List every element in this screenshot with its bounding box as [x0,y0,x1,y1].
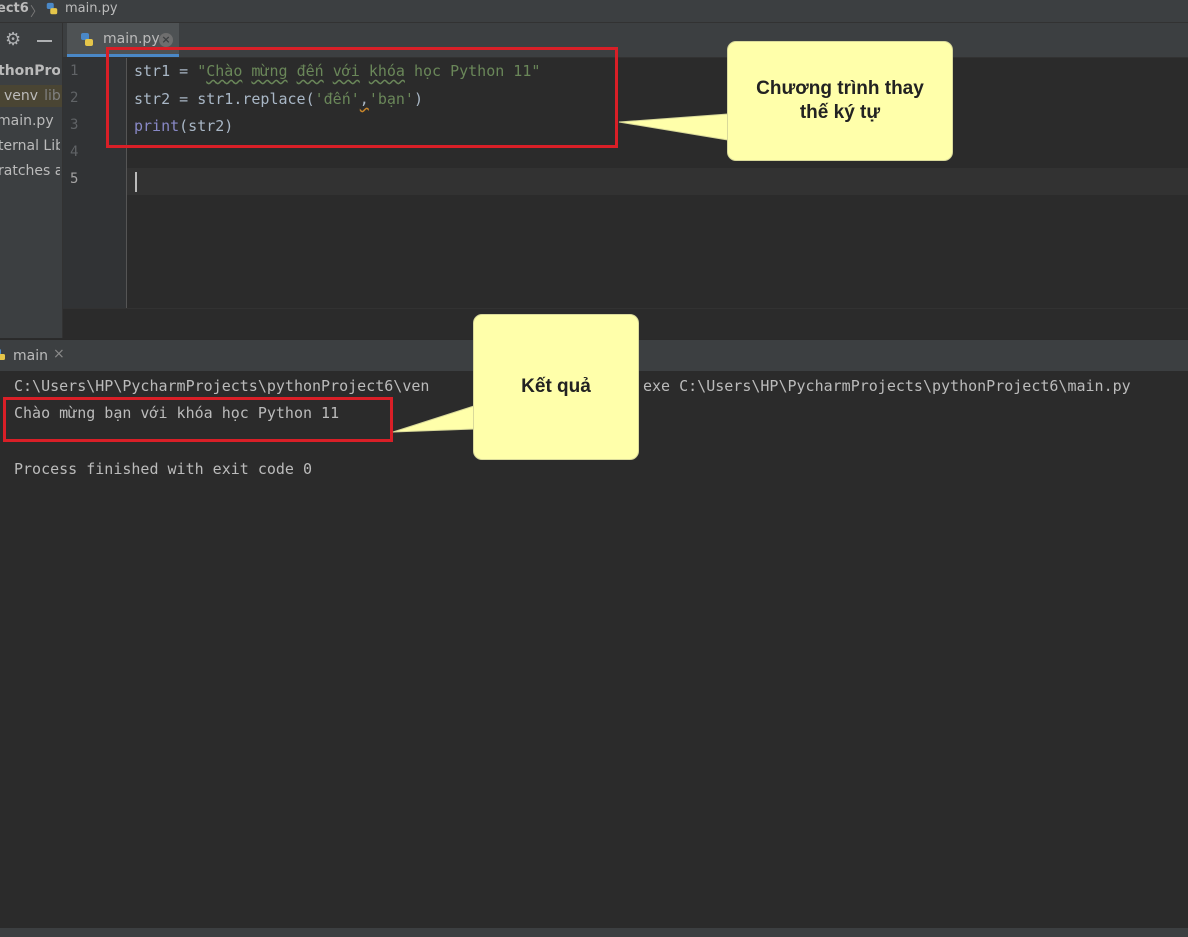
tree-item-scratches[interactable]: ratches an [0,160,60,182]
line-number: 1 [70,63,79,79]
breadcrumb: ect6 〉 main.py [0,0,1188,23]
code-callout-text-line2: thế ký tự [799,102,881,123]
line-number: 5 [70,171,79,187]
python-file-icon [81,33,93,46]
venv-label: venv [4,88,39,104]
minimize-icon[interactable] [37,40,52,42]
run-tab-main[interactable]: main [13,348,48,364]
console-exit-message: Process finished with exit code 0 [14,460,313,478]
venv-suffix: libr [44,88,62,104]
python-run-icon [0,349,5,360]
tree-item-external-libraries[interactable]: ternal Libr [0,135,60,157]
output-highlight-box [3,397,393,442]
breadcrumb-project[interactable]: ect6 [0,0,29,18]
result-callout: Kết quả [473,314,639,460]
tree-item-venv[interactable]: venv libr [0,85,62,107]
console-command-part: exe C:\Users\HP\PycharmProjects\pythonPr… [643,377,1131,395]
breadcrumb-file[interactable]: main.py [65,0,118,18]
line-number: 2 [70,90,79,106]
result-callout-text: Kết quả [521,376,591,397]
text-caret [135,172,137,192]
breadcrumb-separator-icon: 〉 [30,5,44,20]
code-callout: Chương trình thay thế ký tự [727,41,953,161]
code-highlight-box [106,47,618,148]
close-icon[interactable]: × [159,33,173,47]
tab-label: main.py [103,31,160,47]
tree-item-project-root[interactable]: thonProje [0,60,60,82]
project-panel: ⚙ thonProje venv libr main.py ternal Libr… [0,23,63,338]
tree-item-main-py[interactable]: main.py [0,110,59,132]
current-line-highlight [127,168,1188,195]
python-file-icon [46,2,58,15]
project-toolbar: ⚙ [0,23,62,58]
gear-icon[interactable]: ⚙ [5,31,21,49]
code-callout-text-line1: Chương trình thay [756,78,924,99]
close-icon[interactable]: × [53,346,65,362]
line-number: 4 [70,144,79,160]
status-bar [0,928,1188,937]
console-command-part: C:\Users\HP\PycharmProjects\pythonProjec… [14,377,430,395]
line-number: 3 [70,117,79,133]
